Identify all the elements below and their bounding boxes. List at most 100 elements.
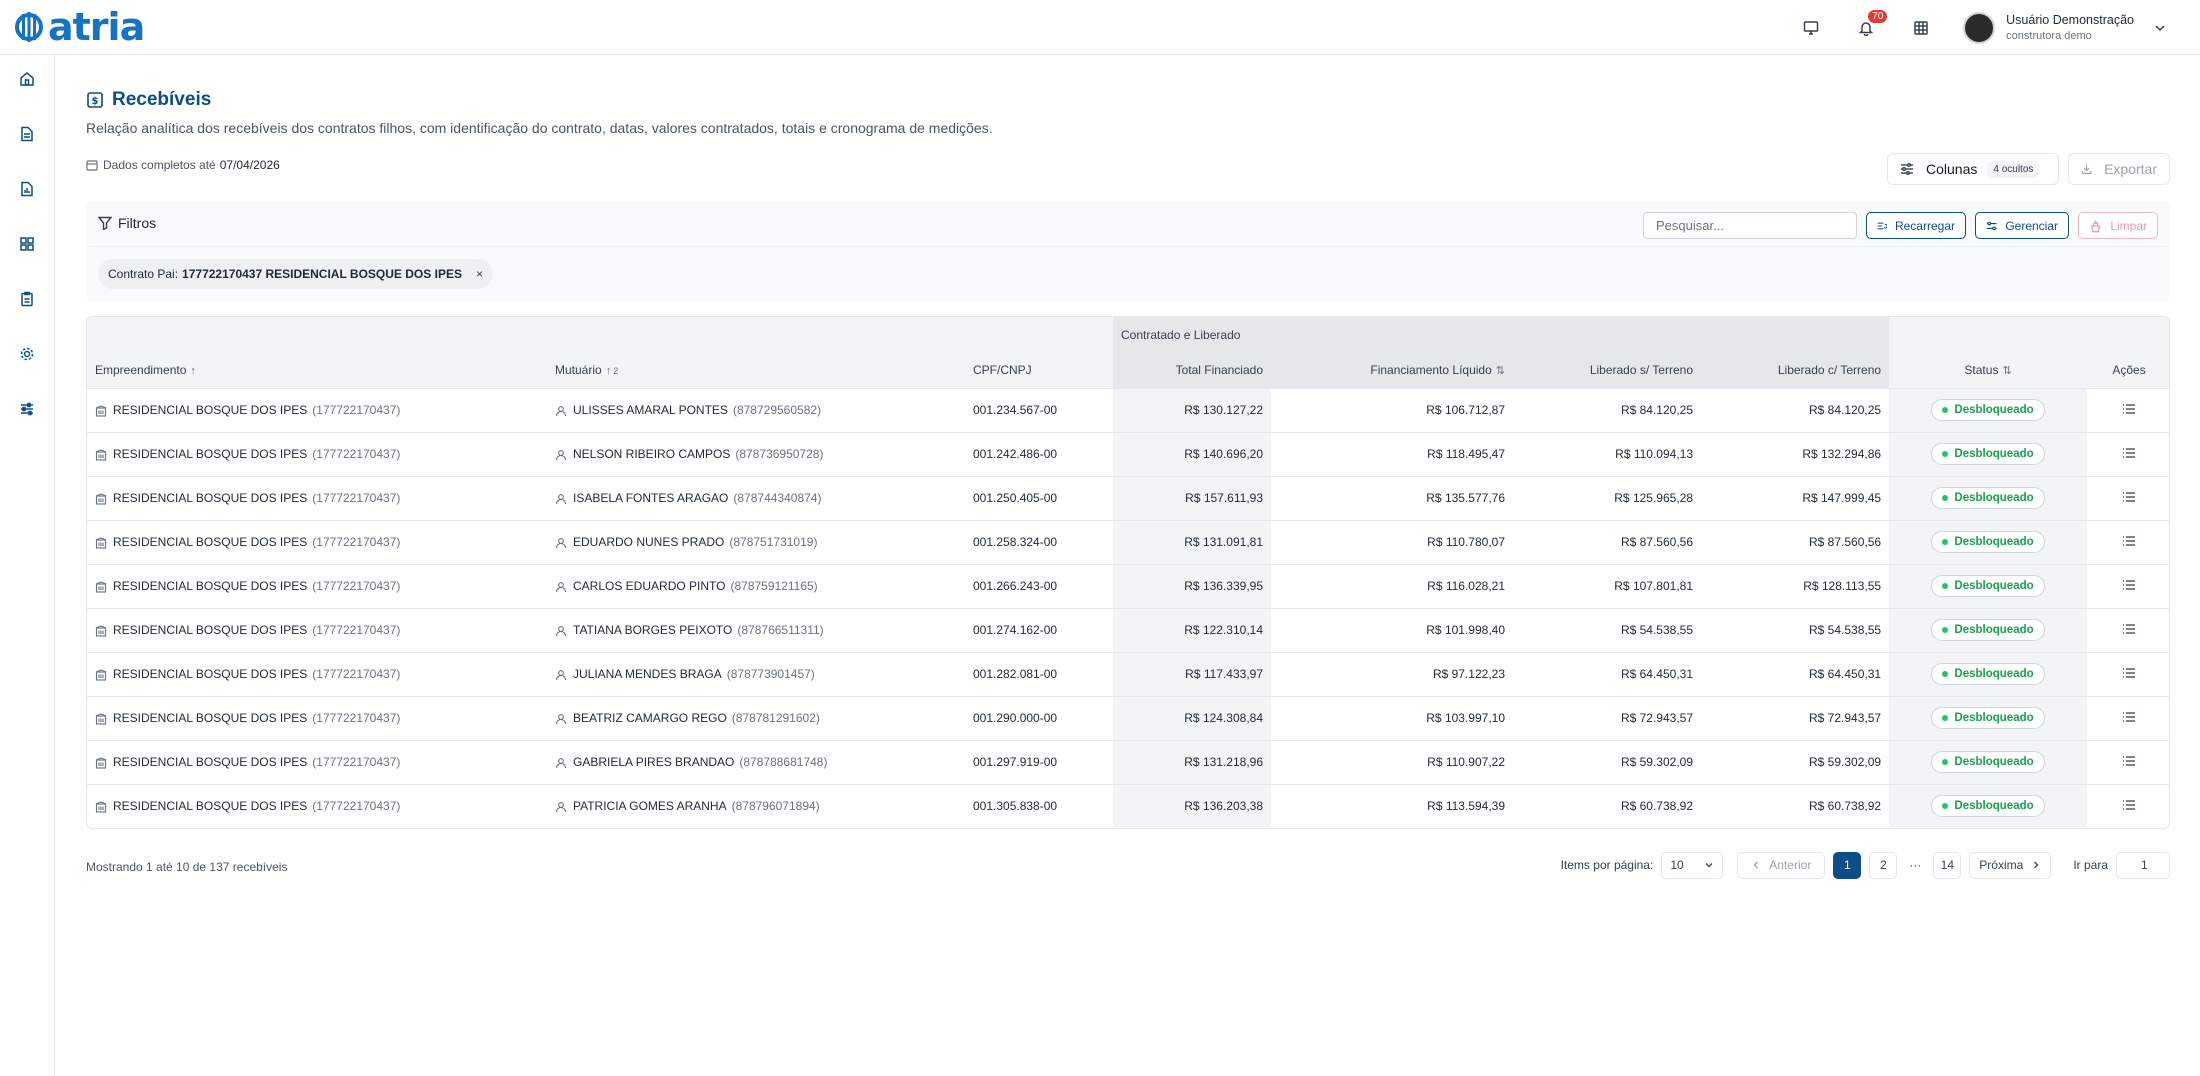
list-icon (2123, 623, 2136, 634)
prev-page-button[interactable]: Anterior (1737, 851, 1826, 879)
active-filter-chip: Contrato Pai: 177722170437 RESIDENCIAL B… (98, 259, 493, 289)
table-row[interactable]: RESIDENCIAL BOSQUE DOS IPES (177722170437… (87, 695, 2169, 740)
goto-page-input[interactable]: 1 (2116, 851, 2170, 879)
cell-mutuario: JULIANA MENDES BRAGA (878773901457) (547, 651, 965, 696)
row-actions-button[interactable] (2122, 622, 2136, 639)
cell-total: R$ 157.611,93 (1113, 475, 1271, 520)
columns-button[interactable]: Colunas 4 ocultos (1887, 153, 2059, 185)
clipboard-icon (21, 291, 33, 307)
table-row[interactable]: RESIDENCIAL BOSQUE DOS IPES (177722170437… (87, 783, 2169, 828)
cell-total: R$ 131.218,96 (1113, 739, 1271, 784)
next-page-button[interactable]: Próxima (1969, 851, 2052, 879)
brand-logo[interactable]: atria (14, 5, 145, 49)
monitor-button[interactable] (1791, 8, 1831, 48)
mutuario-id: (878788681748) (739, 755, 828, 769)
empreendimento-id: (177722170437) (312, 623, 401, 637)
col-cpf[interactable]: CPF/CNPJ (965, 353, 1113, 388)
sidebar-item-reports[interactable] (13, 175, 41, 203)
page-header: $ Recebíveis (86, 89, 211, 111)
empreendimento-id: (177722170437) (312, 403, 401, 417)
page-button-last[interactable]: 14 (1933, 851, 1962, 879)
cell-acoes (2087, 475, 2169, 520)
receivables-table: Contratado e Liberado Empreendimento ↑ Mu… (86, 316, 2170, 829)
sidebar-item-settings[interactable] (13, 340, 41, 368)
sidebar-item-documents[interactable] (13, 120, 41, 148)
table-row[interactable]: RESIDENCIAL BOSQUE DOS IPES (177722170437… (87, 475, 2169, 520)
export-button[interactable]: Exportar (2068, 153, 2170, 185)
cell-mutuario: NELSON RIBEIRO CAMPOS (878736950728) (547, 431, 965, 476)
col-total[interactable]: Total Financiado (1113, 353, 1271, 388)
col-liquido[interactable]: Financiamento Líquido ⇅ (1271, 353, 1513, 388)
table-row[interactable]: RESIDENCIAL BOSQUE DOS IPES (177722170437… (87, 563, 2169, 608)
page-button-2[interactable]: 2 (1869, 851, 1898, 879)
sidebar-item-filters[interactable] (13, 395, 41, 423)
sidebar (0, 55, 55, 1076)
table-row[interactable]: RESIDENCIAL BOSQUE DOS IPES (177722170437… (87, 431, 2169, 476)
cell-total: R$ 124.308,84 (1113, 695, 1271, 740)
col-sem-terreno[interactable]: Liberado s/ Terreno (1513, 353, 1701, 388)
col-com-terreno[interactable]: Liberado c/ Terreno (1701, 353, 1890, 388)
table-row[interactable]: RESIDENCIAL BOSQUE DOS IPES (177722170437… (87, 651, 2169, 696)
sidebar-item-home[interactable] (13, 65, 41, 93)
empreendimento-name: RESIDENCIAL BOSQUE DOS IPES (113, 403, 308, 417)
columns-label: Colunas (1926, 161, 1978, 177)
gear-icon (20, 347, 34, 361)
row-actions-button[interactable] (2122, 666, 2136, 683)
clear-button[interactable]: Limpar (2078, 212, 2158, 239)
col-status[interactable]: Status ⇅ (1889, 353, 2088, 388)
user-icon (555, 537, 567, 548)
page-title: Recebíveis (112, 89, 212, 110)
row-actions-button[interactable] (2122, 710, 2136, 727)
row-actions-button[interactable] (2122, 578, 2136, 595)
cell-status: Desbloqueado (1889, 563, 2088, 608)
status-badge: Desbloqueado (1931, 707, 2045, 729)
prev-label: Anterior (1769, 858, 1812, 872)
row-actions-button[interactable] (2122, 446, 2136, 463)
filters-title: Filtros (98, 215, 156, 231)
cell-empreendimento: RESIDENCIAL BOSQUE DOS IPES (177722170437… (87, 563, 547, 608)
apps-button[interactable] (1901, 8, 1941, 48)
chip-remove-button[interactable]: × (476, 267, 483, 281)
cell-acoes (2087, 387, 2169, 432)
col-mutuario[interactable]: Mutuário ↑ 2 (547, 353, 965, 388)
cell-status: Desbloqueado (1889, 695, 2088, 740)
table-row[interactable]: RESIDENCIAL BOSQUE DOS IPES (177722170437… (87, 519, 2169, 564)
row-actions-button[interactable] (2122, 798, 2136, 815)
reload-button[interactable]: Recarregar (1866, 212, 1966, 239)
table-row[interactable]: RESIDENCIAL BOSQUE DOS IPES (177722170437… (87, 607, 2169, 652)
filters-panel: Filtros Recarregar Gerenciar Limpar Cont… (86, 201, 2170, 301)
empreendimento-name: RESIDENCIAL BOSQUE DOS IPES (113, 667, 308, 681)
row-actions-button[interactable] (2122, 490, 2136, 507)
table-row[interactable]: RESIDENCIAL BOSQUE DOS IPES (177722170437… (87, 387, 2169, 432)
cell-com-terreno: R$ 54.538,55 (1701, 607, 1890, 652)
row-actions-button[interactable] (2122, 754, 2136, 771)
row-actions-button[interactable] (2122, 402, 2136, 419)
cell-mutuario: ISABELA FONTES ARAGAO (878744340874) (547, 475, 965, 520)
cell-empreendimento: RESIDENCIAL BOSQUE DOS IPES (177722170437… (87, 387, 547, 432)
cell-mutuario: EDUARDO NUNES PRADO (878751731019) (547, 519, 965, 564)
sidebar-item-dashboard[interactable] (13, 230, 41, 258)
cell-com-terreno: R$ 147.999,45 (1701, 475, 1890, 520)
manage-button[interactable]: Gerenciar (1975, 212, 2069, 239)
search-input[interactable] (1643, 212, 1857, 239)
sort-both-icon: ⇅ (1495, 365, 1505, 378)
status-badge: Desbloqueado (1931, 663, 2045, 685)
row-actions-button[interactable] (2122, 534, 2136, 551)
filters-header: Filtros Recarregar Gerenciar Limpar (86, 201, 2170, 247)
grid-icon (20, 237, 34, 251)
col-empreendimento[interactable]: Empreendimento ↑ (87, 353, 547, 388)
per-page-value: 10 (1670, 858, 1684, 872)
building-icon (95, 625, 107, 637)
page-button-1[interactable]: 1 (1833, 851, 1862, 879)
sidebar-item-clipboard[interactable] (13, 285, 41, 313)
cell-liquido: R$ 101.998,40 (1271, 607, 1513, 652)
status-badge: Desbloqueado (1931, 531, 2045, 553)
cell-cpf: 001.305.838-00 (965, 783, 1113, 828)
table-row[interactable]: RESIDENCIAL BOSQUE DOS IPES (177722170437… (87, 739, 2169, 784)
cell-empreendimento: RESIDENCIAL BOSQUE DOS IPES (177722170437… (87, 783, 547, 828)
user-menu[interactable]: Usuário Demonstração construtora demo (1963, 11, 2166, 44)
mutuario-name: JULIANA MENDES BRAGA (573, 667, 722, 681)
filters-label: Filtros (118, 215, 157, 231)
notifications-button[interactable]: 70 (1846, 8, 1888, 48)
per-page-select[interactable]: 10 (1661, 851, 1724, 879)
